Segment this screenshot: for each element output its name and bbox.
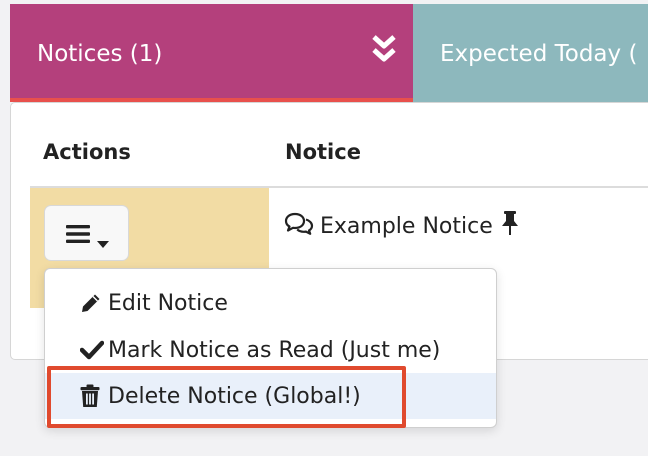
menu-item-mark-as-read-label: Mark Notice as Read (Just me) bbox=[108, 337, 441, 363]
pin-icon[interactable] bbox=[501, 210, 519, 242]
tab-notices-label: Notices (1) bbox=[37, 41, 163, 67]
hamburger-icon bbox=[66, 225, 90, 247]
check-icon bbox=[80, 340, 108, 360]
tab-expected-today[interactable]: Expected Today ( bbox=[413, 4, 648, 102]
double-chevron-down-icon[interactable] bbox=[371, 34, 397, 68]
menu-item-edit-notice[interactable]: Edit Notice bbox=[45, 280, 496, 326]
notice-row-title[interactable]: Example Notice bbox=[284, 210, 519, 242]
column-header-actions: Actions bbox=[43, 140, 131, 164]
pencil-icon bbox=[80, 292, 108, 314]
comments-icon bbox=[284, 211, 314, 241]
tab-notices[interactable]: Notices (1) bbox=[10, 4, 413, 102]
caret-down-icon bbox=[97, 233, 109, 252]
column-header-notice: Notice bbox=[285, 140, 361, 164]
notice-title-text: Example Notice bbox=[320, 213, 493, 239]
actions-menu-button[interactable] bbox=[44, 205, 129, 261]
menu-item-edit-notice-label: Edit Notice bbox=[108, 290, 228, 316]
tab-expected-today-label: Expected Today ( bbox=[440, 41, 638, 67]
highlight-box bbox=[47, 366, 406, 428]
